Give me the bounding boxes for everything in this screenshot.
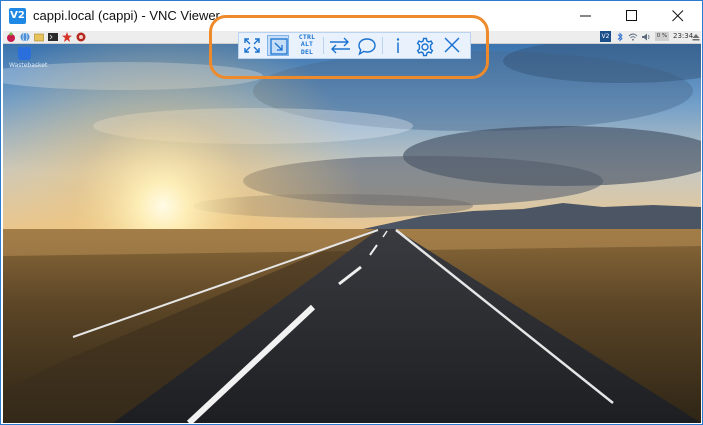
wifi-icon[interactable] <box>628 32 638 42</box>
raspberry-menu-icon[interactable] <box>6 32 16 42</box>
close-icon <box>672 10 684 22</box>
close-window-button[interactable] <box>655 1 701 31</box>
window-title: cappi.local (cappi) - VNC Viewer <box>33 8 220 23</box>
terminal-icon[interactable] <box>48 32 58 42</box>
desktop-icon-label: Wastebasket <box>9 62 48 69</box>
vnc-app-icon: V2 <box>9 8 26 24</box>
bluetooth-icon[interactable] <box>615 32 625 42</box>
minimize-icon <box>580 15 591 17</box>
maximize-icon <box>626 10 637 21</box>
volume-icon[interactable] <box>641 32 651 42</box>
wolfram-icon[interactable] <box>62 32 72 42</box>
tray-vnc-icon[interactable]: V2 <box>600 31 611 42</box>
toolbar-highlight-annotation <box>209 15 489 79</box>
file-manager-icon[interactable] <box>34 32 44 42</box>
trash-icon <box>17 47 31 60</box>
maximize-button[interactable] <box>609 1 655 31</box>
desktop-icon-wastebasket[interactable]: Wastebasket <box>9 47 48 69</box>
cpu-monitor: 0 % <box>655 32 669 41</box>
mathematica-icon[interactable] <box>76 32 86 42</box>
wallpaper-road-at-sunset <box>3 31 701 423</box>
vnc-viewer-window: V2 cappi.local (cappi) - VNC Viewer V2 0… <box>0 0 703 425</box>
minimize-button[interactable] <box>563 1 609 31</box>
remote-desktop-view[interactable]: V2 0 % 23:34 Wastebasket <box>3 31 701 423</box>
web-browser-icon[interactable] <box>20 32 30 42</box>
eject-icon[interactable] <box>691 32 701 42</box>
